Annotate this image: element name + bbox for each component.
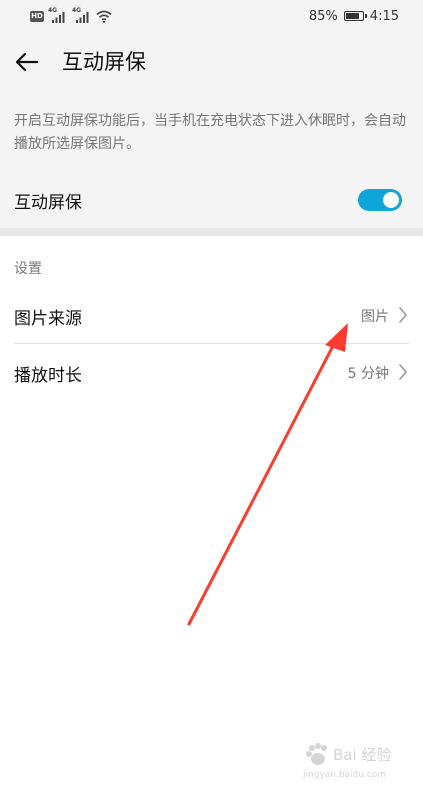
battery-fill <box>345 13 359 19</box>
setting-row-play-duration[interactable]: 播放时长 5 分钟 <box>0 344 423 400</box>
clock: 4:15 <box>369 8 399 24</box>
chevron-right-icon <box>399 307 407 323</box>
row-value: 图片 <box>361 309 389 325</box>
wifi-icon <box>96 10 112 23</box>
row-label: 图片来源 <box>14 309 82 329</box>
4g-signal-icon: 4G <box>48 7 68 23</box>
setting-row-image-source[interactable]: 图片来源 图片 <box>0 287 423 343</box>
page-title: 互动屏保 <box>62 50 146 74</box>
row-label: 播放时长 <box>14 366 82 386</box>
section-divider <box>0 228 423 236</box>
toggle-label: 互动屏保 <box>14 193 82 213</box>
watermark-logo: Bai 经验 jingyan.baidu.com <box>303 740 393 786</box>
intro-section: 开启互动屏保功能后，当手机在充电状态下进入休眠时，会自动播放所选屏保图片。 互动… <box>0 90 423 228</box>
chevron-right-icon <box>399 364 407 380</box>
interactive-screensaver-toggle[interactable] <box>358 189 402 211</box>
hd-icon: HD <box>30 10 44 22</box>
watermark-url: jingyan.baidu.com <box>303 770 387 780</box>
back-arrow-icon[interactable] <box>12 47 42 77</box>
feature-description: 开启互动屏保功能后，当手机在充电状态下进入休眠时，会自动播放所选屏保图片。 <box>14 113 406 152</box>
status-left-icons: HD 4G 4G <box>30 7 112 24</box>
watermark-text: Bai 经验 <box>333 746 392 764</box>
4g-signal-icon: 4G <box>72 7 92 23</box>
title-bar: 互动屏保 <box>0 32 423 90</box>
battery-icon <box>343 11 367 21</box>
battery-percentage: 85% <box>308 8 338 24</box>
status-right-info: 85% 4:15 <box>309 6 399 26</box>
row-value: 5 分钟 <box>347 366 389 382</box>
settings-section-title: 设置 <box>14 261 42 277</box>
status-bar: HD 4G 4G 85% 4:15 <box>0 0 423 32</box>
toggle-knob <box>383 192 399 208</box>
